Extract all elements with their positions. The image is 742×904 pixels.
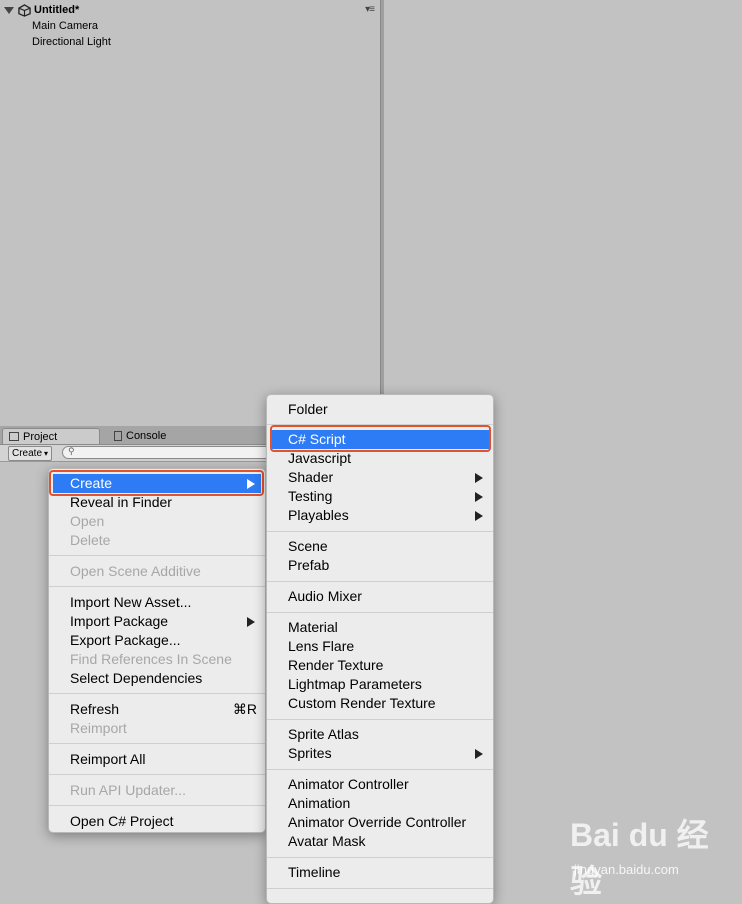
menu-item-label: Testing <box>288 488 333 504</box>
submenu-arrow-icon <box>475 492 483 502</box>
search-icon: ⚲ <box>68 446 75 456</box>
menu-item-export-package[interactable]: Export Package... <box>49 631 265 650</box>
menu-item-label: Playables <box>288 507 349 523</box>
menu-item-label: Refresh <box>70 701 120 717</box>
menu-separator <box>49 586 265 587</box>
scene-title: Untitled* <box>34 4 80 16</box>
menu-item-delete: Delete <box>70 532 111 548</box>
shortcut-label: ⌘R <box>232 701 257 717</box>
menu-separator <box>49 743 265 744</box>
watermark-url: jingyan.baidu.com <box>574 862 679 877</box>
menu-item-find-references: Find References In Scene <box>70 651 232 667</box>
submenu-item-custom-render-texture[interactable]: Custom Render Texture <box>267 694 493 713</box>
menu-separator <box>267 888 493 889</box>
menu-item-select-dependencies[interactable]: Select Dependencies <box>49 669 265 688</box>
chevron-down-icon: ▾ <box>44 449 49 458</box>
submenu-item-animator-override-controller[interactable]: Animator Override Controller <box>267 813 493 832</box>
submenu-item-lens-flare[interactable]: Lens Flare <box>267 637 493 656</box>
hierarchy-item-directional-light[interactable]: Directional Light <box>32 36 111 48</box>
submenu-item-animation[interactable]: Animation <box>267 794 493 813</box>
tab-project[interactable]: Project <box>2 428 100 444</box>
menu-item-import-package[interactable]: Import Package <box>49 612 265 631</box>
menu-item-open-scene-additive: Open Scene Additive <box>70 563 201 579</box>
hierarchy-item-main-camera[interactable]: Main Camera <box>32 20 98 32</box>
hierarchy-panel: Untitled* ▾≡ Main Camera Directional Lig… <box>0 0 381 422</box>
submenu-item-lightmap-parameters[interactable]: Lightmap Parameters <box>267 675 493 694</box>
submenu-item-avatar-mask[interactable]: Avatar Mask <box>267 832 493 851</box>
submenu-item-audio-mixer[interactable]: Audio Mixer <box>267 587 493 606</box>
submenu-arrow-icon <box>475 511 483 521</box>
watermark-logo-text: Bai du 经验 <box>570 817 709 899</box>
menu-item-import-new-asset[interactable]: Import New Asset... <box>49 593 265 612</box>
submenu-item-folder[interactable]: Folder <box>267 400 493 419</box>
menu-separator <box>49 693 265 694</box>
submenu-item-sprites[interactable]: Sprites <box>267 744 493 763</box>
tab-project-label: Project <box>23 430 58 443</box>
menu-item-refresh[interactable]: Refresh ⌘R <box>49 700 265 719</box>
tab-console[interactable]: Console <box>108 428 198 444</box>
submenu-arrow-icon <box>247 617 255 627</box>
menu-separator <box>267 581 493 582</box>
submenu-item-material[interactable]: Material <box>267 618 493 637</box>
create-dropdown-button[interactable]: Create ▾ <box>8 446 53 461</box>
menu-item-label: Sprites <box>288 745 332 761</box>
submenu-arrow-icon <box>475 749 483 759</box>
submenu-item-playables[interactable]: Playables <box>267 506 493 525</box>
unity-logo-icon <box>18 3 31 17</box>
menu-separator <box>49 555 265 556</box>
expand-triangle-icon[interactable] <box>4 6 14 14</box>
menu-item-reimport: Reimport <box>70 720 127 736</box>
menu-item-open-csharp-project[interactable]: Open C# Project <box>49 812 265 831</box>
hierarchy-menu-icon[interactable]: ▾≡ <box>365 4 375 15</box>
submenu-item-sprite-atlas[interactable]: Sprite Atlas <box>267 725 493 744</box>
console-icon <box>114 431 122 441</box>
menu-separator <box>267 857 493 858</box>
tab-console-label: Console <box>126 430 167 442</box>
menu-separator <box>267 719 493 720</box>
menu-item-run-api-updater: Run API Updater... <box>70 782 186 798</box>
hierarchy-scene-header[interactable]: Untitled* <box>4 2 79 18</box>
menu-separator <box>49 805 265 806</box>
submenu-item-timeline[interactable]: Timeline <box>267 863 493 882</box>
submenu-item-shader[interactable]: Shader <box>267 468 493 487</box>
context-menu: Create Reveal in Finder Open Delete Open… <box>48 468 266 833</box>
create-submenu: Folder C# Script Javascript Shader Testi… <box>266 394 494 904</box>
menu-separator <box>267 769 493 770</box>
submenu-item-prefab[interactable]: Prefab <box>267 556 493 575</box>
annotation-highlight-create <box>49 470 264 496</box>
menu-item-open: Open <box>70 513 105 529</box>
folder-icon <box>9 432 19 441</box>
submenu-item-animator-controller[interactable]: Animator Controller <box>267 775 493 794</box>
submenu-arrow-icon <box>475 473 483 483</box>
menu-separator <box>49 774 265 775</box>
submenu-item-render-texture[interactable]: Render Texture <box>267 656 493 675</box>
menu-separator <box>267 612 493 613</box>
menu-separator <box>267 531 493 532</box>
menu-item-reimport-all[interactable]: Reimport All <box>49 750 265 769</box>
menu-item-label: Shader <box>288 469 334 485</box>
submenu-item-testing[interactable]: Testing <box>267 487 493 506</box>
baidu-jingyan-watermark: Bai du 经验 jingyan.baidu.com <box>570 808 740 899</box>
submenu-item-scene[interactable]: Scene <box>267 537 493 556</box>
annotation-highlight-csharp-script <box>270 425 491 452</box>
create-button-label: Create <box>12 448 43 459</box>
menu-item-label: Import Package <box>70 613 169 629</box>
